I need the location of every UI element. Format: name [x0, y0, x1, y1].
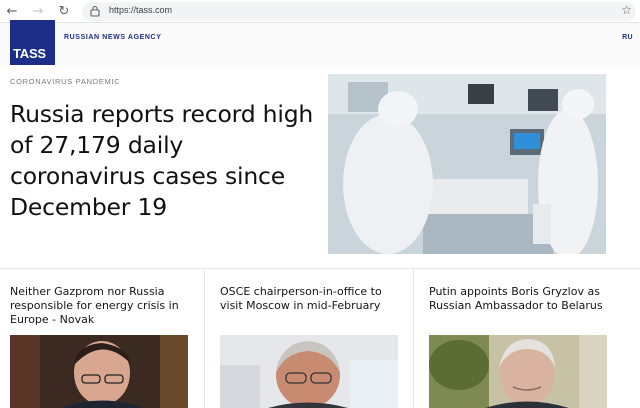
- site-tagline: RUSSIAN NEWS AGENCY: [64, 34, 162, 41]
- url-text[interactable]: https://tass.com: [109, 5, 172, 15]
- address-bar[interactable]: https://tass.com ☆: [82, 2, 636, 21]
- news-card-image[interactable]: [220, 335, 398, 408]
- column-divider: [413, 268, 414, 408]
- reload-icon[interactable]: ↻: [56, 3, 72, 19]
- column-divider: [204, 268, 205, 408]
- language-switch-link[interactable]: RU: [622, 34, 633, 41]
- news-card-title-link[interactable]: OSCE chairperson-in-office to visit Mosc…: [220, 285, 400, 313]
- news-card-title-link[interactable]: Putin appoints Boris Gryzlov as Russian …: [429, 285, 609, 313]
- browser-toolbar: ← → ↻ https://tass.com ☆: [0, 0, 640, 23]
- news-card-image[interactable]: [429, 335, 607, 408]
- hero-category-label[interactable]: CORONAVIRUS PANDEMIC: [10, 77, 120, 86]
- news-card-image[interactable]: [10, 335, 188, 408]
- site-header: [0, 23, 640, 65]
- hero-headline-link[interactable]: Russia reports record high of 27,179 dai…: [10, 99, 320, 223]
- hero-image[interactable]: [328, 74, 606, 254]
- forward-arrow-icon[interactable]: →: [30, 3, 46, 19]
- section-divider: [0, 268, 640, 269]
- back-arrow-icon[interactable]: ←: [4, 3, 20, 19]
- news-card-title-link[interactable]: Neither Gazprom nor Russia responsible f…: [10, 285, 190, 327]
- lock-icon: [90, 5, 100, 17]
- logo-text: TASS: [13, 46, 46, 61]
- tass-logo[interactable]: TASS: [10, 20, 55, 65]
- bookmark-star-icon[interactable]: ☆: [621, 3, 632, 17]
